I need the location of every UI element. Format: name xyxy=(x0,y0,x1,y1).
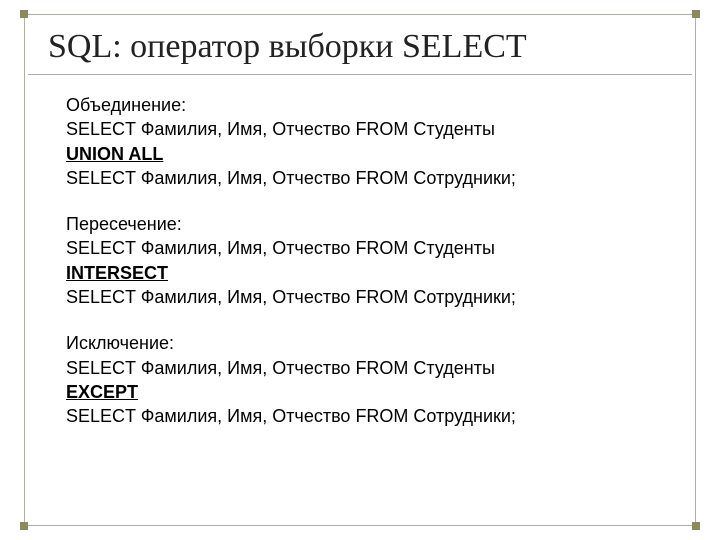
corner-dot xyxy=(692,522,700,530)
corner-dot xyxy=(20,522,28,530)
corner-dot xyxy=(20,10,28,18)
sql-line: SELECT Фамилия, Имя, Отчество FROM Сотру… xyxy=(66,166,692,190)
sql-keyword: INTERSECT xyxy=(66,263,168,283)
sql-keyword: EXCEPT xyxy=(66,382,138,402)
sql-line: SELECT Фамилия, Имя, Отчество FROM Студе… xyxy=(66,117,692,141)
page-title: SQL: оператор выборки SELECT xyxy=(28,18,692,75)
code-block-except: Исключение: SELECT Фамилия, Имя, Отчеств… xyxy=(66,331,692,428)
sql-line: SELECT Фамилия, Имя, Отчество FROM Студе… xyxy=(66,236,692,260)
block-label: Пересечение: xyxy=(66,212,692,236)
sql-keyword: UNION ALL xyxy=(66,144,163,164)
sql-line: SELECT Фамилия, Имя, Отчество FROM Сотру… xyxy=(66,404,692,428)
code-block-union: Объединение: SELECT Фамилия, Имя, Отчест… xyxy=(66,93,692,190)
corner-dot xyxy=(692,10,700,18)
block-label: Объединение: xyxy=(66,93,692,117)
sql-line: SELECT Фамилия, Имя, Отчество FROM Сотру… xyxy=(66,285,692,309)
code-block-intersect: Пересечение: SELECT Фамилия, Имя, Отчест… xyxy=(66,212,692,309)
sql-line: SELECT Фамилия, Имя, Отчество FROM Студе… xyxy=(66,356,692,380)
slide-content: Объединение: SELECT Фамилия, Имя, Отчест… xyxy=(28,93,692,429)
block-label: Исключение: xyxy=(66,331,692,355)
